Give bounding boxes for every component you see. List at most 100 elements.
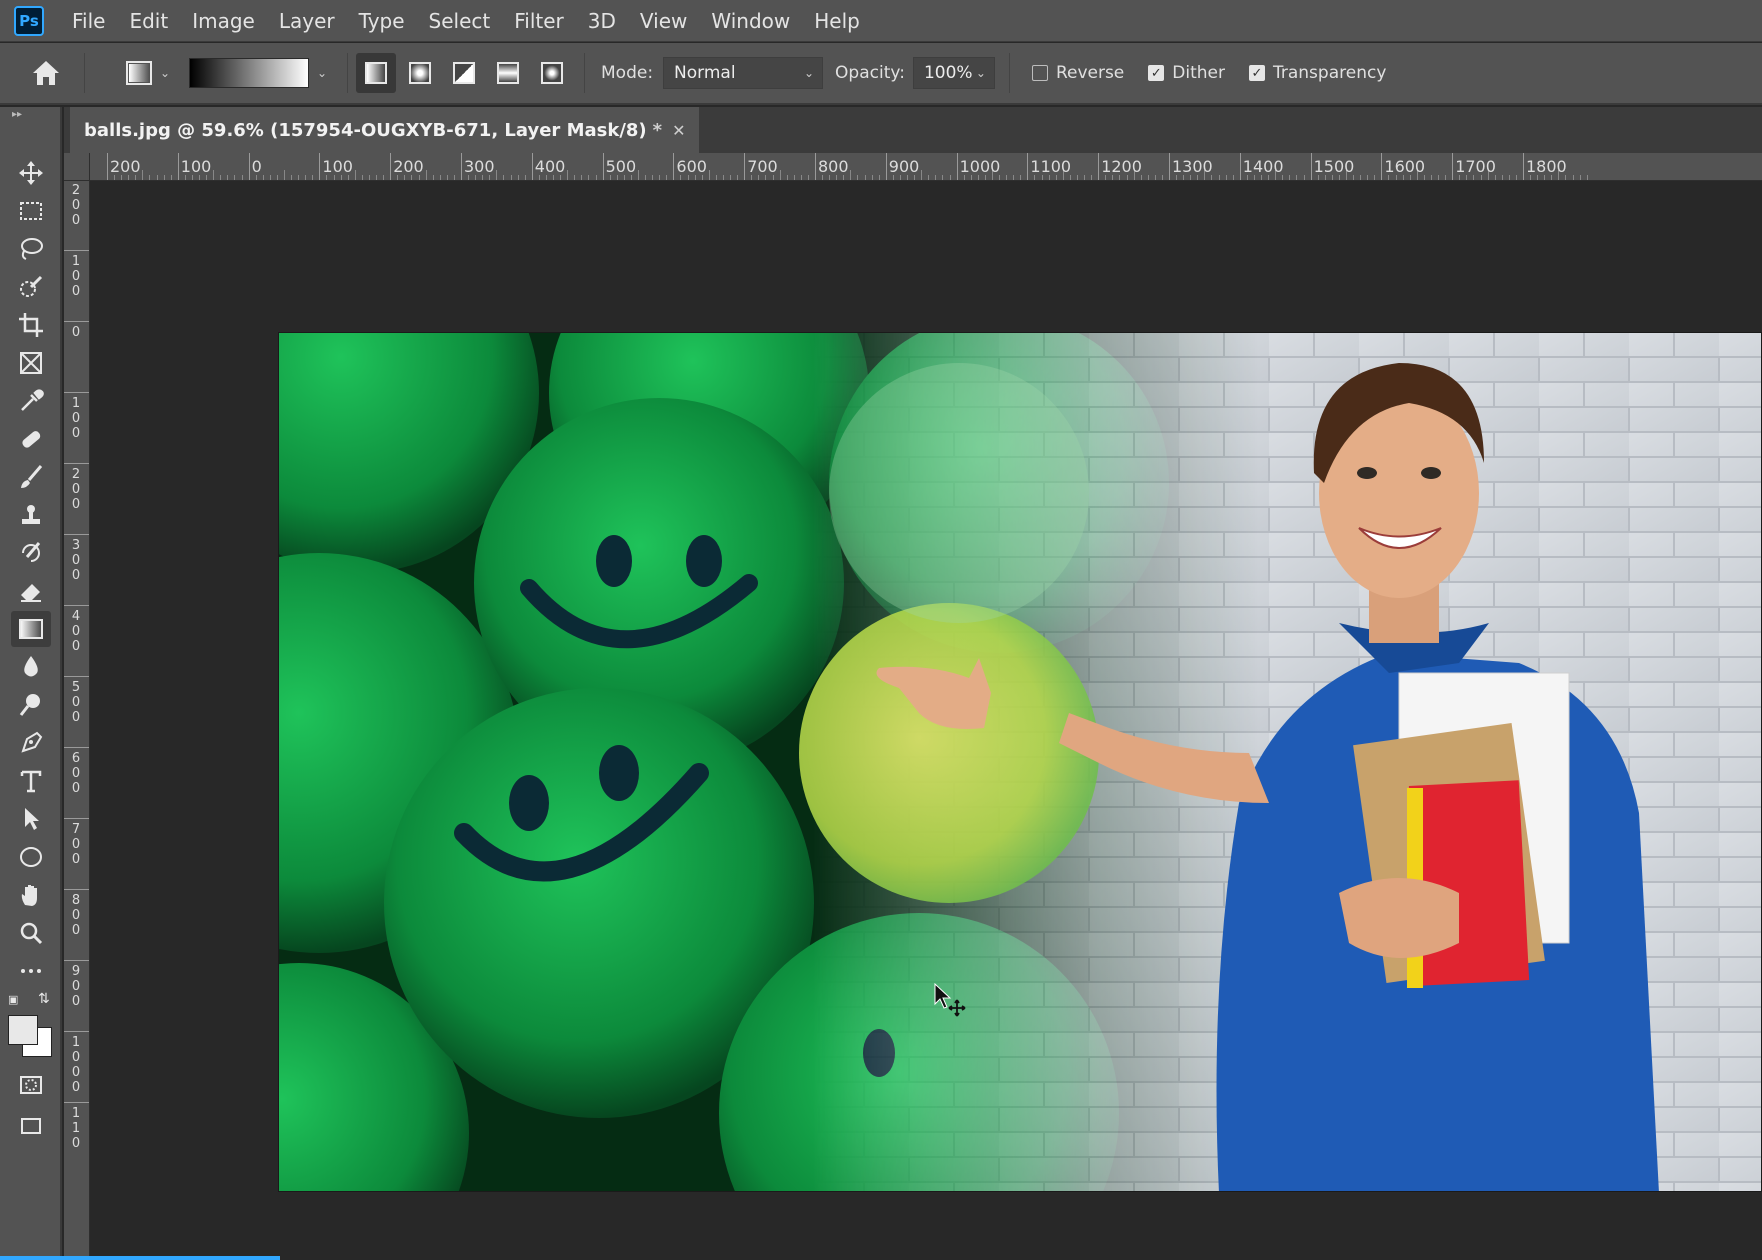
healing-brush-tool[interactable]	[11, 421, 51, 457]
close-icon[interactable]: ✕	[672, 121, 685, 140]
clone-stamp-tool[interactable]	[11, 497, 51, 533]
ruler-minor-tick	[942, 175, 944, 180]
blur-tool[interactable]	[11, 649, 51, 685]
dodge-icon	[19, 694, 40, 716]
radial-gradient-button[interactable]	[400, 53, 440, 93]
ruler-label: 100	[322, 157, 353, 176]
frame-tool[interactable]	[11, 345, 51, 381]
ruler-minor-tick	[227, 175, 229, 180]
menu-type[interactable]: Type	[359, 9, 405, 33]
document-tab[interactable]: balls.jpg @ 59.6% (157954-OUGXYB-671, La…	[70, 107, 700, 153]
ruler-label: 500	[605, 157, 637, 176]
angle-gradient-button[interactable]	[444, 53, 484, 93]
photoshop-logo: Ps	[14, 5, 44, 36]
opacity-input[interactable]: 100% ⌄	[912, 57, 995, 89]
tool-preset-picker[interactable]: ⌄	[113, 53, 183, 93]
eraser-tool[interactable]	[11, 573, 51, 609]
reflected-gradient-icon	[497, 62, 519, 84]
collapse-arrows-icon[interactable]: ▸▸	[12, 109, 22, 120]
ruler-label: 1700	[1455, 157, 1496, 176]
crop-tool[interactable]	[11, 307, 51, 343]
ruler-minor-tick	[524, 175, 526, 180]
reverse-option[interactable]: Reverse	[1031, 63, 1125, 83]
ruler-origin[interactable]	[64, 153, 90, 181]
brush-tool[interactable]	[11, 459, 51, 495]
mode-select[interactable]: Normal ⌄	[663, 57, 824, 89]
menu-image[interactable]: Image	[192, 9, 255, 33]
default-colors-icon[interactable]: ▣	[8, 993, 18, 1006]
ruler-minor-tick	[305, 175, 307, 180]
hand-tool[interactable]	[11, 877, 51, 913]
ruler-minor-tick	[800, 175, 802, 180]
menu-layer[interactable]: Layer	[279, 9, 335, 33]
quick-selection-tool[interactable]	[11, 269, 51, 305]
ruler-minor-tick	[581, 175, 583, 180]
dither-option[interactable]: ✓ Dither	[1148, 63, 1225, 83]
dither-checkbox[interactable]: ✓	[1148, 65, 1165, 81]
ruler-minor-tick	[1076, 175, 1078, 180]
edit-toolbar-button[interactable]	[11, 953, 51, 989]
dodge-tool[interactable]	[11, 687, 51, 723]
chevron-down-icon[interactable]: ⌄	[317, 66, 327, 80]
ellipse-tool[interactable]	[11, 839, 51, 875]
lasso-tool[interactable]	[11, 231, 51, 267]
swap-colors-icon[interactable]: ⇅	[38, 991, 50, 1007]
move-tool[interactable]	[11, 155, 51, 191]
ruler-minor-tick	[149, 175, 151, 180]
menu-filter[interactable]: Filter	[514, 9, 564, 33]
gradient-swatch[interactable]	[189, 58, 309, 88]
ruler-tick	[248, 153, 250, 180]
ruler-minor-tick	[793, 175, 795, 180]
quick-mask-button[interactable]	[11, 1067, 51, 1103]
horizontal-ruler[interactable]: 200 100 0 100 200 300 400 500 600 700 800 900 1000 11…	[90, 153, 1762, 181]
ruler-tick	[64, 1031, 89, 1032]
menu-3d[interactable]: 3D	[588, 9, 616, 33]
diamond-gradient-button[interactable]	[532, 53, 572, 93]
ruler-minor-tick	[1147, 175, 1149, 180]
gradient-picker[interactable]: ⌄	[189, 54, 339, 92]
transparency-checkbox[interactable]: ✓	[1248, 65, 1265, 81]
eyedropper-tool[interactable]	[11, 383, 51, 419]
transparency-option[interactable]: ✓ Transparency	[1248, 63, 1386, 83]
pen-tool[interactable]	[11, 725, 51, 761]
reverse-label: Reverse	[1055, 63, 1125, 83]
chevron-down-icon: ⌄	[975, 66, 986, 80]
reflected-gradient-button[interactable]	[488, 53, 528, 93]
ruler-tick	[1523, 153, 1524, 180]
ruler-minor-tick	[722, 175, 724, 180]
ruler-minor-tick	[269, 175, 271, 180]
foreground-color-swatch[interactable]	[8, 1015, 38, 1045]
vertical-ruler[interactable]: 2001000100200300400500600700800900100011…	[64, 181, 90, 1260]
zoom-tool[interactable]	[11, 915, 51, 951]
ruler-minor-tick	[1572, 175, 1574, 180]
gradient-tool[interactable]	[11, 611, 51, 647]
reverse-checkbox[interactable]	[1031, 65, 1048, 81]
blur-drop-icon	[24, 656, 38, 677]
menu-select[interactable]: Select	[429, 9, 491, 33]
ruler-minor-tick	[857, 175, 859, 180]
menu-window[interactable]: Window	[711, 9, 790, 33]
type-tool[interactable]	[11, 763, 51, 799]
screen-mode-button[interactable]	[11, 1107, 51, 1143]
ruler-label: 800	[71, 893, 81, 938]
marquee-tool[interactable]	[11, 193, 51, 229]
menu-help[interactable]: Help	[814, 9, 860, 33]
home-button[interactable]	[16, 53, 76, 93]
menu-edit[interactable]: Edit	[129, 9, 168, 33]
menu-file[interactable]: File	[72, 9, 105, 33]
canvas-pasteboard[interactable]	[91, 182, 1762, 1260]
gradient-tool-icon	[125, 61, 152, 85]
options-bar: ⌄ ⌄ Mode: Normal ⌄ Opacity: 100% ⌄ Rever…	[0, 43, 1762, 105]
ruler-tick	[64, 889, 89, 890]
ruler-minor-tick	[708, 170, 710, 180]
path-selection-tool[interactable]	[11, 801, 51, 837]
document-canvas[interactable]	[278, 332, 1762, 1192]
document-title: balls.jpg @ 59.6% (157954-OUGXYB-671, La…	[84, 119, 647, 141]
separator	[347, 53, 348, 93]
menu-view[interactable]: View	[640, 9, 687, 33]
linear-gradient-button[interactable]	[356, 53, 396, 93]
ruler-minor-tick	[659, 175, 661, 180]
ruler-label: 1200	[1101, 157, 1142, 176]
history-brush-tool[interactable]	[11, 535, 51, 571]
ruler-tick	[177, 153, 179, 180]
